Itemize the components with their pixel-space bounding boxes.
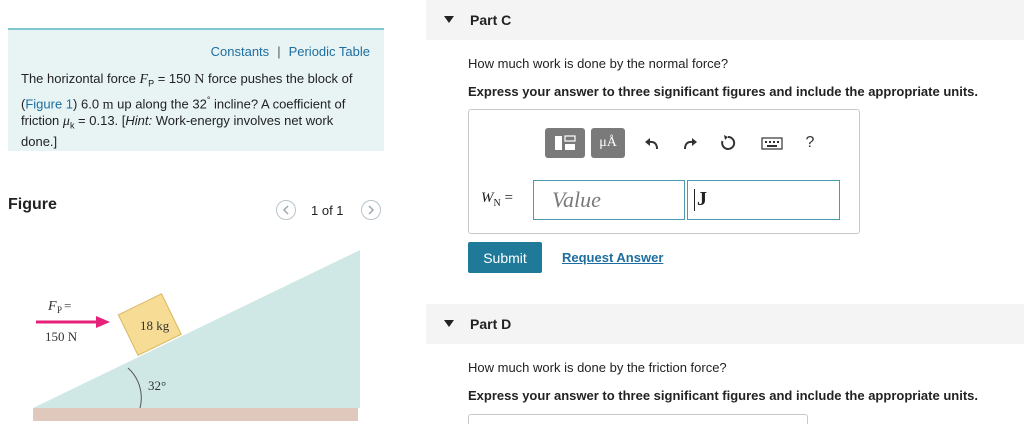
templates-icon [555,135,576,150]
problem-info-box: Constants | Periodic Table The horizontal … [8,28,384,151]
submit-button[interactable]: Submit [468,242,542,273]
floor [33,408,358,421]
reset-icon [721,135,736,150]
part-c-label: Part C [470,12,512,28]
force-subscript: P [57,305,62,315]
incline-figure: 32° 18 kg F P = 150 N [33,250,360,421]
figure-title: Figure [8,196,57,213]
undo-icon [645,138,658,150]
mu-symbol: μ [62,113,70,129]
figure-link[interactable]: Figure 1 [25,96,73,111]
block-label: 18 kg [140,318,170,333]
force-equals: = [64,298,71,313]
request-answer-link[interactable]: Request Answer [562,250,663,265]
problem-text: up along the 32 [113,95,207,111]
constants-link[interactable]: Constants [211,44,270,59]
part-c-instruction: Express your answer to three significant… [468,84,978,99]
chevron-left-icon [282,205,289,215]
keyboard-button[interactable] [759,132,785,154]
part-c-header[interactable]: Part C [426,0,1024,40]
reset-button[interactable] [717,132,739,154]
force-arrow-head [96,316,110,328]
resource-links: Constants | Periodic Table [211,44,370,59]
variable-symbol: W [481,190,494,206]
part-d-question: How much work is done by the friction fo… [468,360,727,375]
redo-button[interactable] [679,132,701,154]
part-d-answer-box [468,414,808,424]
periodic-table-link[interactable]: Periodic Table [289,44,370,59]
prev-figure-button[interactable] [276,200,296,220]
link-separator: | [277,44,281,59]
unit-newton: N [194,72,205,87]
variable-label: WN = [481,190,513,209]
templates-button[interactable] [545,128,585,158]
unit-meter: m [102,96,114,112]
keyboard-icon [761,137,783,150]
variable-equals: = [500,190,513,206]
undo-button[interactable] [641,132,663,154]
problem-text: = 0.13. [ [74,112,126,128]
math-toolbar: μÅ ? [545,128,821,158]
chevron-right-icon [368,205,375,215]
help-button[interactable]: ? [799,132,821,154]
symbols-button[interactable]: μÅ [591,128,625,158]
problem-text: The horizontal force [21,71,140,86]
force-value: 150 N [45,329,78,344]
problem-text: ) 6.0 [73,95,103,111]
problem-text: = 150 [154,71,195,86]
angle-label: 32° [148,378,166,393]
part-d-instruction: Express your answer to three significant… [468,388,978,403]
problem-statement: The horizontal force FP = 150 N force pu… [21,71,371,150]
part-c-question: How much work is done by the normal forc… [468,56,729,71]
next-figure-button[interactable] [361,200,381,220]
redo-icon [684,138,697,150]
variable-subscript: N [493,198,501,209]
unit-input[interactable]: J [687,180,840,220]
answer-box: μÅ ? WN = Value J [468,109,860,234]
value-input[interactable]: Value [533,180,685,220]
text-caret [694,189,695,212]
part-d-header[interactable]: Part D [426,304,1024,344]
part-d-label: Part D [470,316,512,332]
hint-label: Hint: [125,112,153,128]
force-symbol: F [47,299,57,314]
collapse-triangle-icon [444,16,454,23]
incline [33,250,360,408]
unit-value: J [697,188,707,210]
figure-page-indicator: 1 of 1 [311,203,344,218]
fp-symbol: F [139,72,149,87]
collapse-triangle-icon [444,320,454,327]
